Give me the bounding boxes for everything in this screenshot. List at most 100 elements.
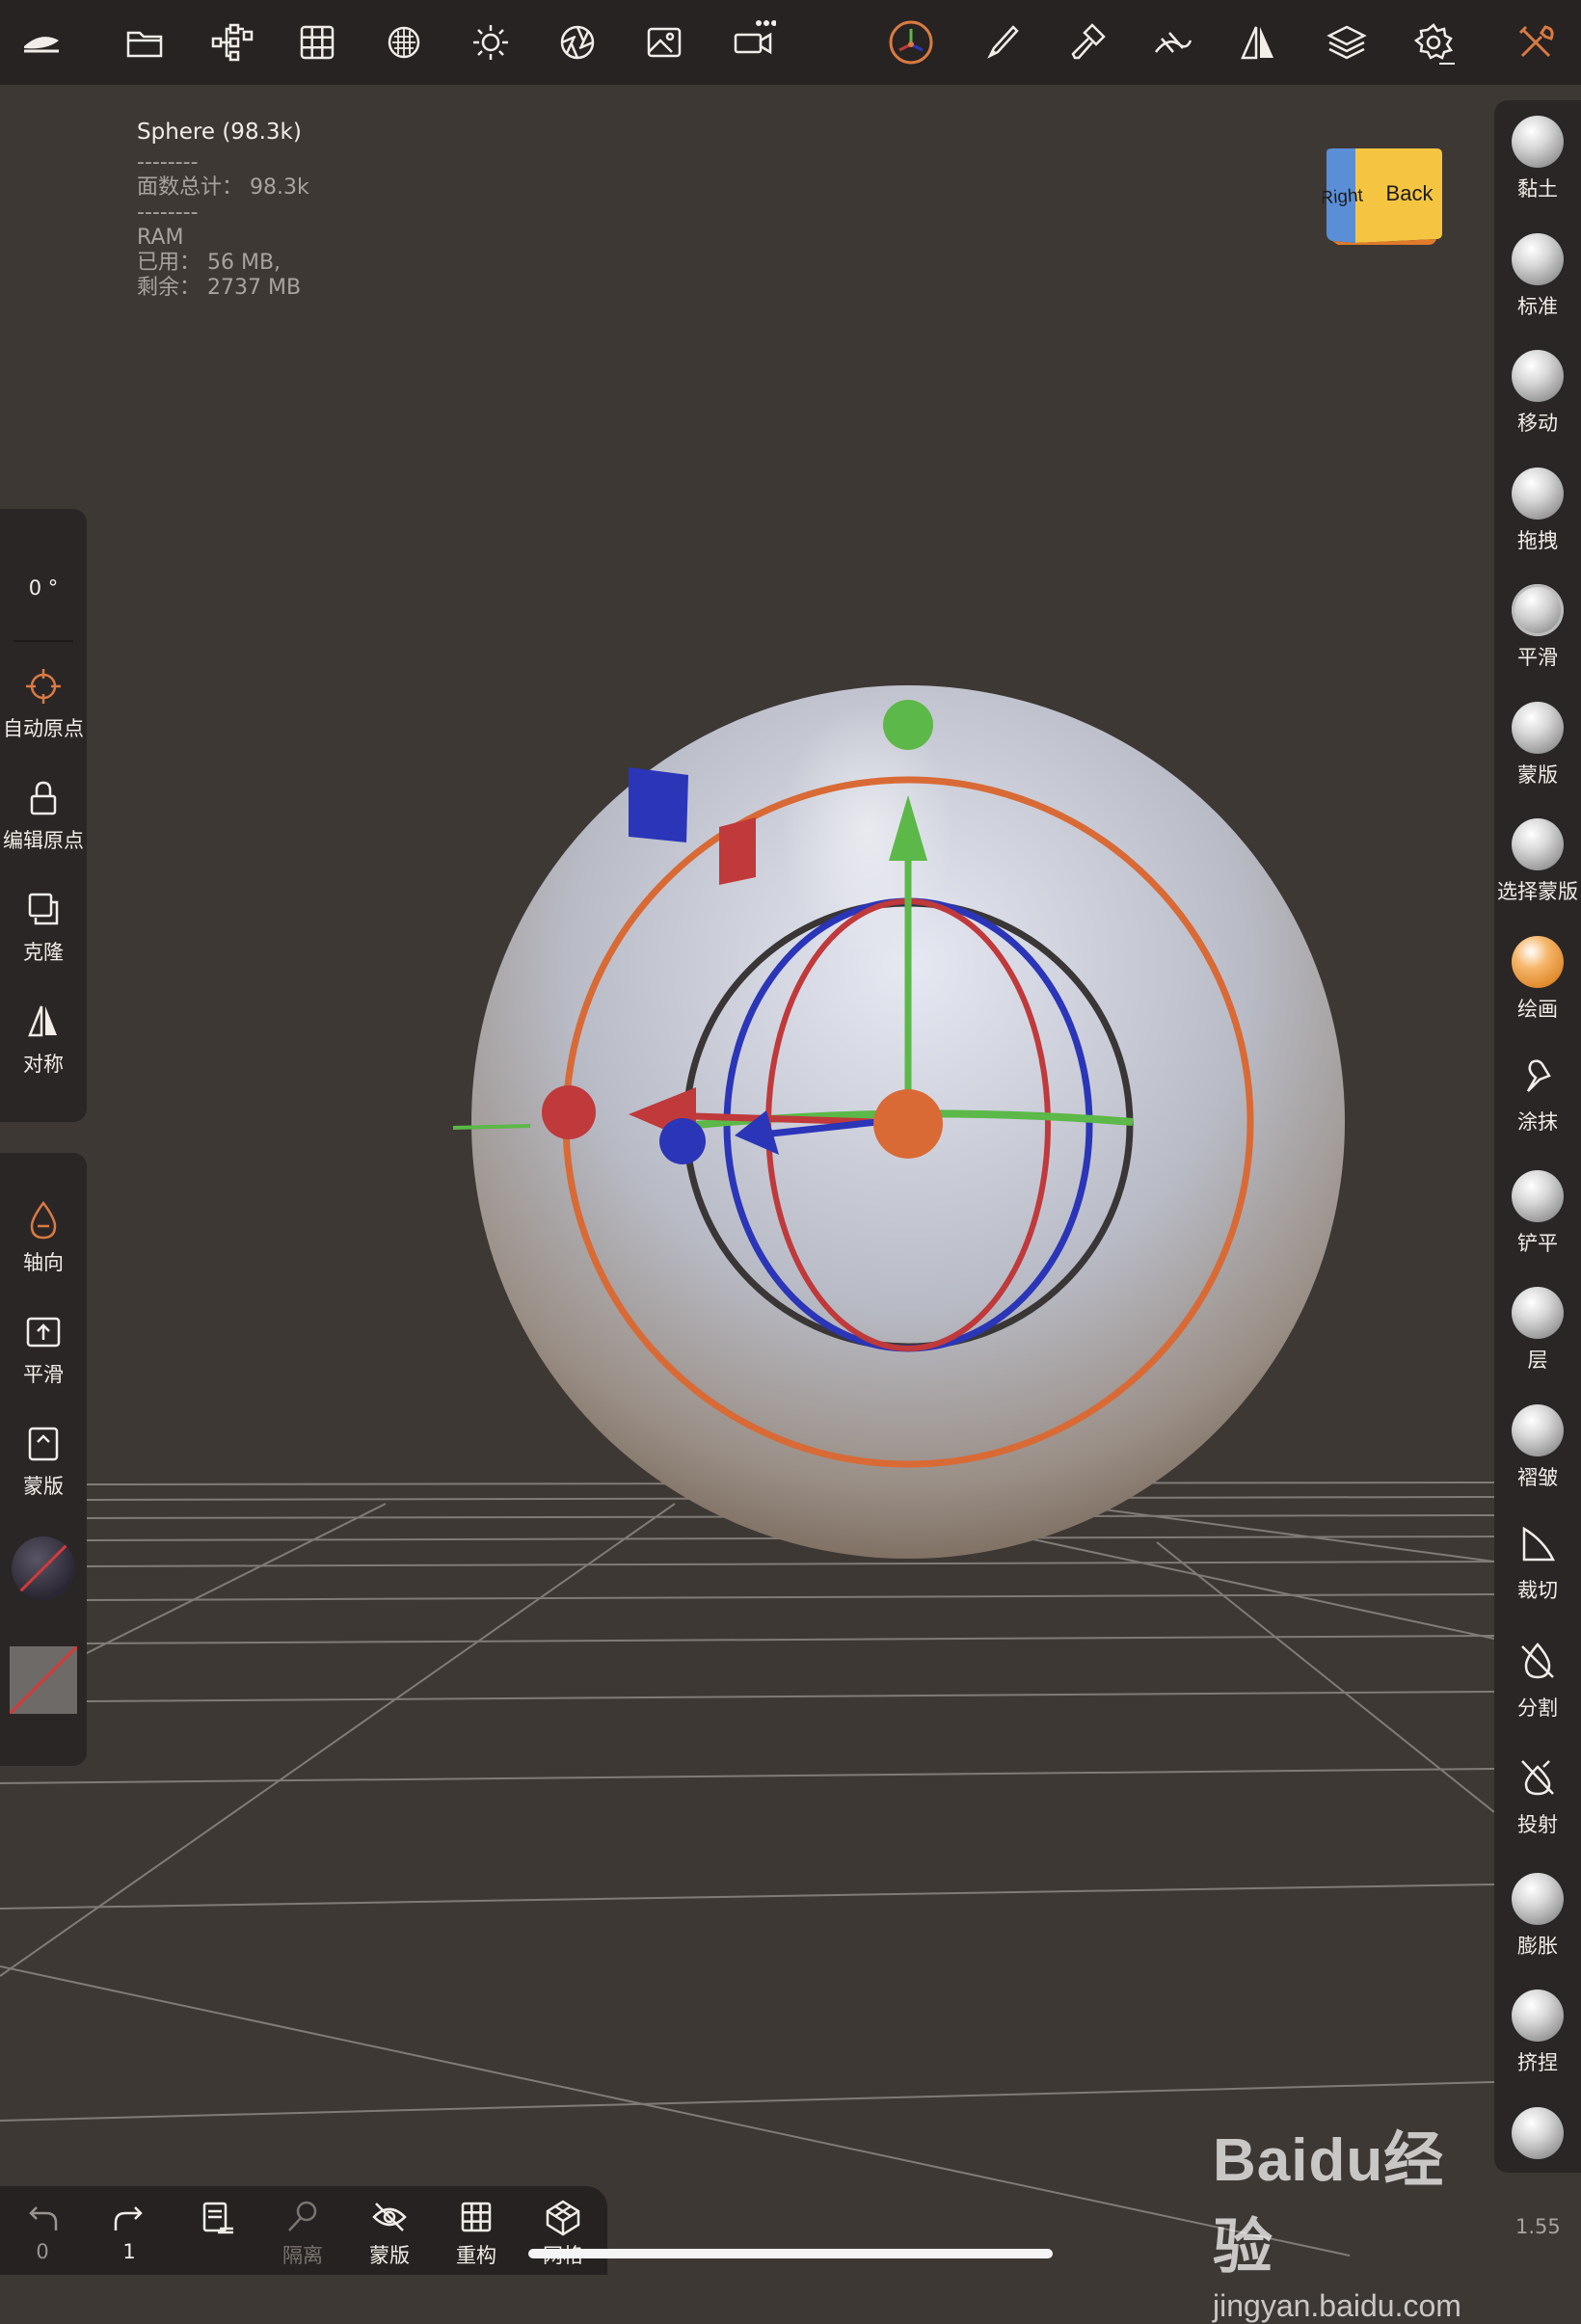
mask-button[interactable]: 蒙版 <box>0 1423 87 1500</box>
tools-icon[interactable] <box>1506 13 1566 71</box>
video-icon[interactable] <box>723 13 783 71</box>
grid-icon[interactable] <box>287 13 347 71</box>
brush-sphere-icon <box>1512 1872 1564 1925</box>
clone-icon <box>28 893 59 925</box>
brush-icon[interactable] <box>970 13 1030 71</box>
separator: -------- <box>137 200 199 225</box>
watermark-brand: Baidu经验 <box>1213 2127 1445 2281</box>
tool-10[interactable]: 层 <box>1494 1287 1581 1374</box>
tool-label: 标准 <box>1517 294 1558 318</box>
settings-icon[interactable] <box>1404 13 1463 71</box>
view-cube[interactable]: Right Back <box>1323 147 1444 245</box>
tool-5[interactable]: 蒙版 <box>1494 701 1581 788</box>
edit-origin-button[interactable]: 编辑原点 <box>0 777 87 854</box>
tool-7[interactable]: 绘画 <box>1494 935 1581 1023</box>
tool-1[interactable]: 标准 <box>1494 232 1581 320</box>
undo-count: 0 <box>36 2240 49 2263</box>
symmetry-icon[interactable] <box>1228 13 1288 71</box>
mask-visibility-button[interactable]: 蒙版 <box>351 2198 428 2269</box>
droplet-icon <box>30 1200 57 1240</box>
gizmo-icon[interactable] <box>881 13 941 71</box>
tool-14[interactable]: 投射 <box>1494 1755 1581 1838</box>
tool-12[interactable]: 裁切 <box>1494 1521 1581 1604</box>
home-indicator[interactable] <box>528 2249 1053 2258</box>
brush-sphere-icon <box>1512 1169 1564 1222</box>
tool-label: 移动 <box>1517 412 1558 435</box>
tool-6[interactable]: 选择蒙版 <box>1494 818 1581 905</box>
watermark-url: jingyan.baidu.com <box>1213 2288 1461 2323</box>
tool-2[interactable]: 移动 <box>1494 350 1581 437</box>
magnifier-icon <box>288 2201 317 2231</box>
trim-icon <box>1494 1521 1581 1567</box>
tool-label: 黏土 <box>1517 177 1558 200</box>
tool-11[interactable]: 褶皱 <box>1494 1403 1581 1491</box>
angle-readout[interactable]: 0 ° <box>0 576 87 600</box>
split-icon <box>1494 1639 1581 1685</box>
brush-sphere-icon <box>1512 1403 1564 1456</box>
tool-label: 拖拽 <box>1517 528 1558 552</box>
project-icon <box>1494 1755 1581 1802</box>
layers-icon[interactable] <box>1317 13 1377 71</box>
folder-icon[interactable] <box>116 13 175 71</box>
redo-button[interactable]: 1 <box>91 2198 168 2263</box>
remesh-label: 重构 <box>456 2244 496 2267</box>
brush-sphere-icon <box>1512 701 1564 754</box>
axis-label: 轴向 <box>23 1251 64 1274</box>
topology-icon[interactable] <box>374 13 434 71</box>
cube-face-right: Right <box>1323 185 1364 208</box>
isolate-button[interactable]: 隔离 <box>264 2198 341 2269</box>
ram-free: 剩余： 2737 MB <box>137 276 302 300</box>
mask-visibility-label: 蒙版 <box>369 2244 410 2267</box>
wireframe-icon <box>546 2200 580 2236</box>
brush-sphere-icon <box>1512 232 1564 285</box>
tool-9[interactable]: 铲平 <box>1494 1169 1581 1257</box>
3d-viewport[interactable] <box>0 0 1581 2275</box>
tool-label: 绘画 <box>1517 997 1558 1021</box>
tool-4[interactable]: 平滑 <box>1494 584 1581 671</box>
brush-sphere-icon <box>1512 2106 1564 2159</box>
tool-8[interactable]: 涂抹 <box>1494 1053 1581 1135</box>
eye-off-icon <box>372 2203 407 2231</box>
axis-button[interactable]: 轴向 <box>0 1199 87 1276</box>
tool-15[interactable]: 膨胀 <box>1494 1872 1581 1960</box>
redo-count: 1 <box>122 2240 136 2263</box>
menu-icon[interactable] <box>12 13 71 71</box>
separator: -------- <box>137 150 199 174</box>
brush-sphere-icon <box>1512 1990 1564 2042</box>
tool-13[interactable]: 分割 <box>1494 1639 1581 1722</box>
tool-16[interactable]: 挤捏 <box>1494 1990 1581 2076</box>
camera-lens-icon[interactable] <box>548 13 607 71</box>
redo-icon <box>114 2206 143 2231</box>
alpha-swatch[interactable] <box>10 1646 77 1714</box>
history-button[interactable] <box>177 2198 255 2240</box>
auto-origin-button[interactable]: 自动原点 <box>0 665 87 742</box>
remesh-button[interactable]: 重构 <box>438 2198 515 2269</box>
face-count: 面数总计： 98.3k <box>137 175 309 200</box>
grid-icon <box>461 2202 492 2232</box>
symmetry-icon <box>28 1005 57 1037</box>
undo-button[interactable]: 0 <box>4 2198 81 2263</box>
clone-button[interactable]: 克隆 <box>0 889 87 966</box>
object-name: Sphere (98.3k) <box>137 120 302 145</box>
edit-origin-label: 编辑原点 <box>3 829 84 852</box>
scene-tree-icon[interactable] <box>202 13 262 71</box>
tool-label: 挤捏 <box>1517 2051 1558 2074</box>
tool-3[interactable]: 拖拽 <box>1494 467 1581 554</box>
tool-label: 蒙版 <box>1517 762 1558 787</box>
brush-sphere-icon <box>1512 818 1564 870</box>
light-icon[interactable] <box>461 13 521 71</box>
material-swatch[interactable] <box>12 1536 75 1600</box>
crosshair-icon <box>26 669 61 704</box>
mesh-info-overlay: Sphere (98.3k) -------- 面数总计： 98.3k ----… <box>137 120 309 301</box>
lock-icon <box>30 781 57 815</box>
tool-0[interactable]: 黏土 <box>1494 116 1581 202</box>
smooth-button[interactable]: 平滑 <box>0 1311 87 1388</box>
paint-icon[interactable] <box>1057 13 1116 71</box>
tool-label: 选择蒙版 <box>1497 880 1578 903</box>
symmetry-button[interactable]: 对称 <box>0 1001 87 1078</box>
tool-more[interactable] <box>1494 2106 1581 2165</box>
stroke-icon[interactable] <box>1143 13 1203 71</box>
tool-label: 涂抹 <box>1517 1110 1558 1134</box>
image-icon[interactable] <box>634 13 694 71</box>
symmetry-label: 对称 <box>23 1053 64 1076</box>
